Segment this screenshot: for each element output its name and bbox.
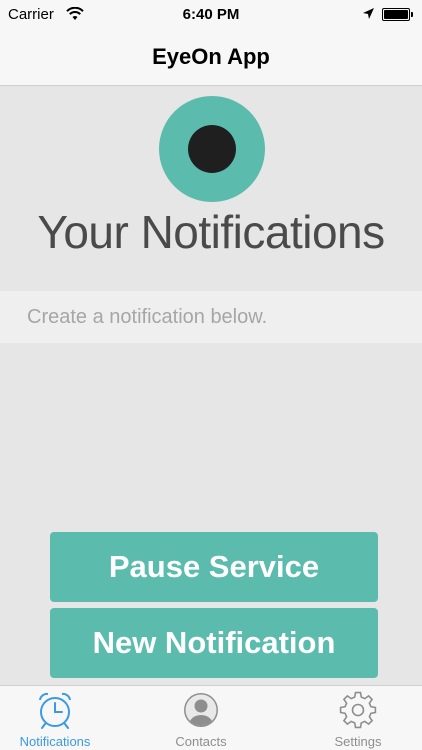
nav-bar: EyeOn App: [0, 30, 422, 86]
status-bar: Carrier 6:40 PM: [0, 0, 422, 30]
tab-settings-label: Settings: [334, 734, 382, 749]
tab-contacts[interactable]: Contacts: [131, 686, 271, 750]
tab-contacts-label: Contacts: [175, 734, 227, 749]
pause-service-button[interactable]: Pause Service: [50, 532, 378, 602]
empty-hint-text: Create a notification below.: [27, 306, 268, 328]
nav-title: EyeOn App: [152, 44, 270, 69]
eye-icon: [159, 96, 265, 202]
empty-notifications-row: Create a notification below.: [0, 291, 422, 343]
gear-icon: [339, 691, 377, 729]
new-notification-button[interactable]: New Notification: [50, 608, 378, 678]
alarm-clock-icon: [39, 692, 71, 729]
page-title: Your Notifications: [37, 206, 385, 258]
tab-bar: Notifications Contacts Settings: [0, 685, 422, 750]
contact-avatar-icon: [184, 693, 218, 727]
location-arrow-icon: [363, 8, 374, 19]
tab-notifications-label: Notifications: [19, 734, 91, 749]
status-time: 6:40 PM: [182, 6, 240, 23]
battery-icon: [382, 8, 413, 21]
tab-settings[interactable]: Settings: [288, 686, 422, 750]
tab-notifications[interactable]: Notifications: [0, 686, 125, 750]
